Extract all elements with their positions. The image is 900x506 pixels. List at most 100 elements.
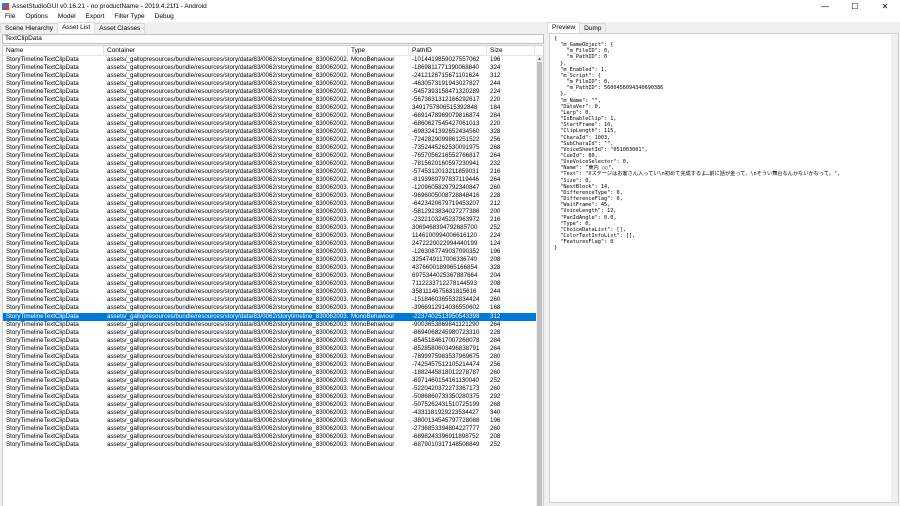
table-row[interactable]: StoryTimelineTextClipData assets/_gallopr… xyxy=(3,369,537,377)
column-header-type[interactable]: Type xyxy=(348,46,409,55)
list-header: Name Container Type PathID Size xyxy=(3,46,543,56)
menu-debug[interactable]: Debug xyxy=(150,12,179,22)
table-row[interactable]: StoryTimelineTextClipData assets/_gallopr… xyxy=(3,96,537,104)
table-row[interactable]: StoryTimelineTextClipData assets/_gallopr… xyxy=(3,216,537,224)
preview-scrollbar[interactable] xyxy=(891,34,898,502)
menu-filter-type[interactable]: Filter Type xyxy=(109,12,149,22)
tab-asset-classes[interactable]: Asset Classes xyxy=(94,23,146,33)
cell-pathid: -2736853394804227777 xyxy=(412,424,480,432)
table-row[interactable]: StoryTimelineTextClipData assets/_gallopr… xyxy=(3,136,537,144)
cell-size: 232 xyxy=(490,160,501,168)
table-row[interactable]: StoryTimelineTextClipData assets/_gallopr… xyxy=(3,377,537,385)
cell-container: assets/_gallopresources/bundle/resources… xyxy=(107,104,348,112)
table-row[interactable]: StoryTimelineTextClipData assets/_gallopr… xyxy=(3,264,537,272)
cell-size: 264 xyxy=(490,152,501,160)
tab-dump[interactable]: Dump xyxy=(579,23,607,33)
table-row[interactable]: StoryTimelineTextClipData assets/_gallopr… xyxy=(3,393,537,401)
table-row[interactable]: StoryTimelineTextClipData assets/_gallopr… xyxy=(3,240,537,248)
menu-options[interactable]: Options xyxy=(20,12,52,22)
table-row[interactable]: StoryTimelineTextClipData assets/_gallopr… xyxy=(3,441,537,449)
minimize-button[interactable]: — xyxy=(810,0,840,12)
table-row[interactable]: StoryTimelineTextClipData assets/_gallopr… xyxy=(3,88,537,96)
table-row[interactable]: StoryTimelineTextClipData assets/_gallopr… xyxy=(3,288,537,296)
table-row[interactable]: StoryTimelineTextClipData assets/_gallopr… xyxy=(3,337,537,345)
table-row[interactable]: StoryTimelineTextClipData assets/_gallopr… xyxy=(3,248,537,256)
table-row[interactable]: StoryTimelineTextClipData assets/_gallopr… xyxy=(3,321,537,329)
column-header-name[interactable]: Name xyxy=(3,46,104,55)
cell-pathid: -5086860733350280375 xyxy=(412,392,480,400)
table-row[interactable]: StoryTimelineTextClipData assets/_gallopr… xyxy=(3,256,537,264)
table-row[interactable]: StoryTimelineTextClipData assets/_gallopr… xyxy=(3,80,537,88)
table-row[interactable]: StoryTimelineTextClipData assets/_gallopr… xyxy=(3,272,537,280)
table-row[interactable]: StoryTimelineTextClipData assets/_gallopr… xyxy=(3,200,537,208)
table-row[interactable]: StoryTimelineTextClipData assets/_gallopr… xyxy=(3,104,537,112)
filter-input[interactable]: TextClipData xyxy=(2,34,544,44)
table-row[interactable]: StoryTimelineTextClipData assets/_gallopr… xyxy=(3,329,537,337)
cell-pathid: 1146100994006616120 xyxy=(412,232,477,240)
table-row[interactable]: StoryTimelineTextClipData assets/_gallopr… xyxy=(3,425,537,433)
tab-preview[interactable]: Preview xyxy=(547,22,581,33)
asset-rows: StoryTimelineTextClipData assets/_gallopr… xyxy=(3,56,537,449)
cell-name: StoryTimelineTextClipData xyxy=(6,96,79,104)
cell-type: MonoBehaviour xyxy=(351,392,395,400)
table-row[interactable]: StoryTimelineTextClipData assets/_gallopr… xyxy=(3,184,537,192)
table-row[interactable]: StoryTimelineTextClipData assets/_gallopr… xyxy=(3,417,537,425)
menu-export[interactable]: Export xyxy=(81,12,110,22)
cell-container: assets/_gallopresources/bundle/resources… xyxy=(107,136,348,144)
table-row[interactable]: StoryTimelineTextClipData assets/_gallopr… xyxy=(3,361,537,369)
table-row[interactable]: StoryTimelineTextClipData assets/_gallopr… xyxy=(3,64,537,72)
close-button[interactable]: ✕ xyxy=(870,0,900,12)
cell-size: 196 xyxy=(490,248,501,256)
column-header-size[interactable]: Size xyxy=(487,46,535,55)
table-row[interactable]: StoryTimelineTextClipData assets/_gallopr… xyxy=(3,176,537,184)
cell-type: MonoBehaviour xyxy=(351,144,395,152)
cell-container: assets/_gallopresources/bundle/resources… xyxy=(107,416,348,424)
cell-pathid: -7657056216552766817 xyxy=(412,152,480,160)
cell-type: MonoBehaviour xyxy=(351,320,395,328)
cell-name: StoryTimelineTextClipData xyxy=(6,416,79,424)
table-row[interactable]: StoryTimelineTextClipData assets/_gallopr… xyxy=(3,224,537,232)
table-row[interactable]: StoryTimelineTextClipData assets/_gallopr… xyxy=(3,345,537,353)
table-row[interactable]: StoryTimelineTextClipData assets/_gallopr… xyxy=(3,296,537,304)
list-scroll-thumb[interactable] xyxy=(537,62,542,506)
column-header-container[interactable]: Container xyxy=(104,46,348,55)
table-row[interactable]: StoryTimelineTextClipData assets/_gallopr… xyxy=(3,353,537,361)
table-row[interactable]: StoryTimelineTextClipData assets/_gallopr… xyxy=(3,160,537,168)
cell-container: assets/_gallopresources/bundle/resources… xyxy=(107,240,348,248)
column-header-pathid[interactable]: PathID xyxy=(409,46,487,55)
preview-text-area[interactable]: { "m_GameObject": { "m_FileID": 0, "m_Pa… xyxy=(549,33,899,503)
table-row[interactable]: StoryTimelineTextClipData assets/_gallopr… xyxy=(3,208,537,216)
menu-file[interactable]: File xyxy=(0,12,20,22)
list-scrollbar[interactable]: ▲ ▼ xyxy=(536,56,543,506)
table-row[interactable]: StoryTimelineTextClipData assets/_gallopr… xyxy=(3,112,537,120)
tab-scene-hierarchy[interactable]: Scene Hierarchy xyxy=(0,23,59,33)
cell-size: 256 xyxy=(490,136,501,144)
cell-pathid: -8528580603496838791 xyxy=(412,344,480,352)
table-row[interactable]: StoryTimelineTextClipData assets/_gallopr… xyxy=(3,409,537,417)
table-row[interactable]: StoryTimelineTextClipData assets/_gallopr… xyxy=(3,152,537,160)
table-row[interactable]: StoryTimelineTextClipData assets/_gallopr… xyxy=(3,128,537,136)
table-row[interactable]: StoryTimelineTextClipData assets/_gallopr… xyxy=(3,168,537,176)
table-row[interactable]: StoryTimelineTextClipData assets/_gallopr… xyxy=(3,72,537,80)
table-row[interactable]: StoryTimelineTextClipData assets/_gallopr… xyxy=(3,280,537,288)
cell-size: 260 xyxy=(490,368,501,376)
cell-name: StoryTimelineTextClipData xyxy=(6,240,79,248)
table-row[interactable]: StoryTimelineTextClipData assets/_gallopr… xyxy=(3,401,537,409)
table-row-selected[interactable]: StoryTimelineTextClipData assets/_gallopr… xyxy=(3,312,537,321)
cell-size: 212 xyxy=(490,200,501,208)
cell-name: StoryTimelineTextClipData xyxy=(6,312,79,320)
cell-type: MonoBehaviour xyxy=(351,200,395,208)
table-row[interactable]: StoryTimelineTextClipData assets/_gallopr… xyxy=(3,56,537,64)
table-row[interactable]: StoryTimelineTextClipData assets/_gallopr… xyxy=(3,144,537,152)
table-row[interactable]: StoryTimelineTextClipData assets/_gallopr… xyxy=(3,232,537,240)
table-row[interactable]: StoryTimelineTextClipData assets/_gallopr… xyxy=(3,192,537,200)
cell-name: StoryTimelineTextClipData xyxy=(6,80,79,88)
menu-model[interactable]: Model xyxy=(53,12,81,22)
table-row[interactable]: StoryTimelineTextClipData assets/_gallopr… xyxy=(3,385,537,393)
cell-container: assets/_gallopresources/bundle/resources… xyxy=(107,56,348,63)
table-row[interactable]: StoryTimelineTextClipData assets/_gallopr… xyxy=(3,433,537,441)
table-row[interactable]: StoryTimelineTextClipData assets/_gallopr… xyxy=(3,304,537,312)
maximize-button[interactable]: ☐ xyxy=(840,0,870,12)
table-row[interactable]: StoryTimelineTextClipData assets/_gallopr… xyxy=(3,120,537,128)
tab-asset-list[interactable]: Asset List xyxy=(57,22,96,33)
